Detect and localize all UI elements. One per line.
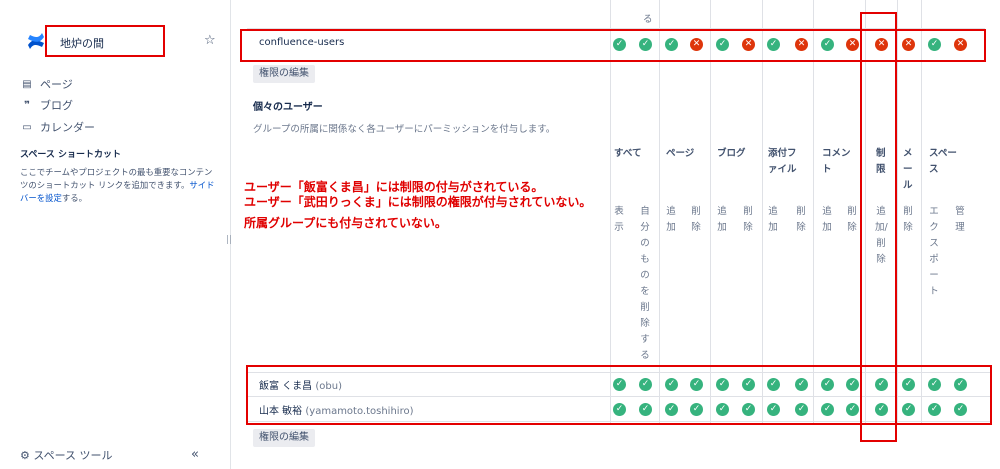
- sidebar-item-label: カレンダー: [40, 121, 95, 134]
- section-description: グループの所属に関係なく各ユーザーにパーミッションを付与します。: [253, 124, 556, 135]
- permission-group-header: 添付フ ァイル: [768, 148, 797, 175]
- column-header-fragment: る: [643, 14, 653, 25]
- sidebar-item-calendar[interactable]: ▭ カレンダー: [20, 119, 95, 135]
- column-divider: [710, 0, 711, 425]
- permission-column-header: 削 除: [691, 206, 701, 233]
- annotation-line-2: ユーザー「武田りっくま」には制限の権限が付与されていない。: [244, 195, 592, 209]
- highlight-space-name: [45, 25, 165, 57]
- gear-icon: ⚙: [20, 449, 30, 462]
- column-divider: [762, 0, 763, 425]
- space-tools-button[interactable]: ⚙ スペース ツール: [20, 447, 113, 463]
- page-icon: ▤: [22, 78, 32, 90]
- permission-column-header: 削 除: [796, 206, 806, 233]
- sidebar-item-pages[interactable]: ▤ ページ: [20, 76, 73, 92]
- permission-group-header: スペー ス: [929, 148, 957, 175]
- edit-permissions-button-users[interactable]: 権限の編集: [253, 429, 315, 447]
- permission-column-header: 削 除: [847, 206, 857, 233]
- calendar-icon: ▭: [22, 121, 32, 133]
- space-tools-label: スペース ツール: [33, 449, 113, 462]
- star-icon[interactable]: ☆: [204, 33, 216, 48]
- permission-column-header: 追 加: [822, 206, 832, 233]
- permission-column-header: 管 理: [955, 206, 965, 233]
- permission-column-header: 追 加: [717, 206, 727, 233]
- column-divider: [610, 0, 611, 425]
- permission-column-header: 自 分 の も の を 削 除 す る: [640, 206, 650, 361]
- permission-group-header: メ ー ル: [903, 148, 913, 191]
- page-root: 地炉の間 ☆ ▤ ページ ❞ ブログ ▭ カレンダー スペース ショートカット …: [0, 0, 1000, 469]
- shortcut-desc-tail: する。: [61, 193, 87, 203]
- shortcut-heading: スペース ショートカット: [20, 150, 122, 160]
- permission-column-header: エ ク ス ポ ー ト: [929, 206, 939, 297]
- annotation-line-3: 所属グループにも付与されていない。: [244, 216, 447, 230]
- confluence-logo-icon: [28, 33, 44, 49]
- collapse-sidebar-button[interactable]: «: [191, 447, 199, 462]
- permission-column-header: 表 示: [614, 206, 624, 233]
- resize-handle-icon[interactable]: ||: [226, 235, 232, 245]
- shortcut-desc-text: ここでチームやプロジェクトの最も重要なコンテンツのショートカット リンクを追加で…: [20, 167, 213, 190]
- sidebar: 地炉の間 ☆ ▤ ページ ❞ ブログ ▭ カレンダー スペース ショートカット …: [0, 0, 225, 469]
- column-divider: [659, 0, 660, 425]
- edit-permissions-button[interactable]: 権限の編集: [253, 65, 315, 83]
- permission-column-header: 追 加: [768, 206, 778, 233]
- permission-group-header: ブログ: [717, 148, 746, 159]
- blog-icon: ❞: [24, 99, 30, 111]
- permission-column-header: 削 除: [903, 206, 913, 233]
- column-divider: [813, 0, 814, 425]
- column-divider: [897, 0, 898, 425]
- sidebar-item-blog[interactable]: ❞ ブログ: [20, 97, 73, 113]
- shortcut-description: ここでチームやプロジェクトの最も重要なコンテンツのショートカット リンクを追加で…: [20, 166, 215, 205]
- sidebar-item-label: ページ: [40, 78, 73, 91]
- permission-column-header: 削 除: [743, 206, 753, 233]
- sidebar-item-label: ブログ: [40, 99, 73, 112]
- highlight-user-rows: [246, 365, 992, 425]
- permission-group-header: ページ: [666, 148, 695, 159]
- section-title: 個々のユーザー: [253, 102, 323, 113]
- permission-column-header: 追 加: [666, 206, 676, 233]
- column-divider: [921, 0, 922, 425]
- permission-group-header: すべて: [614, 148, 642, 159]
- permission-group-header: コメン ト: [822, 148, 851, 175]
